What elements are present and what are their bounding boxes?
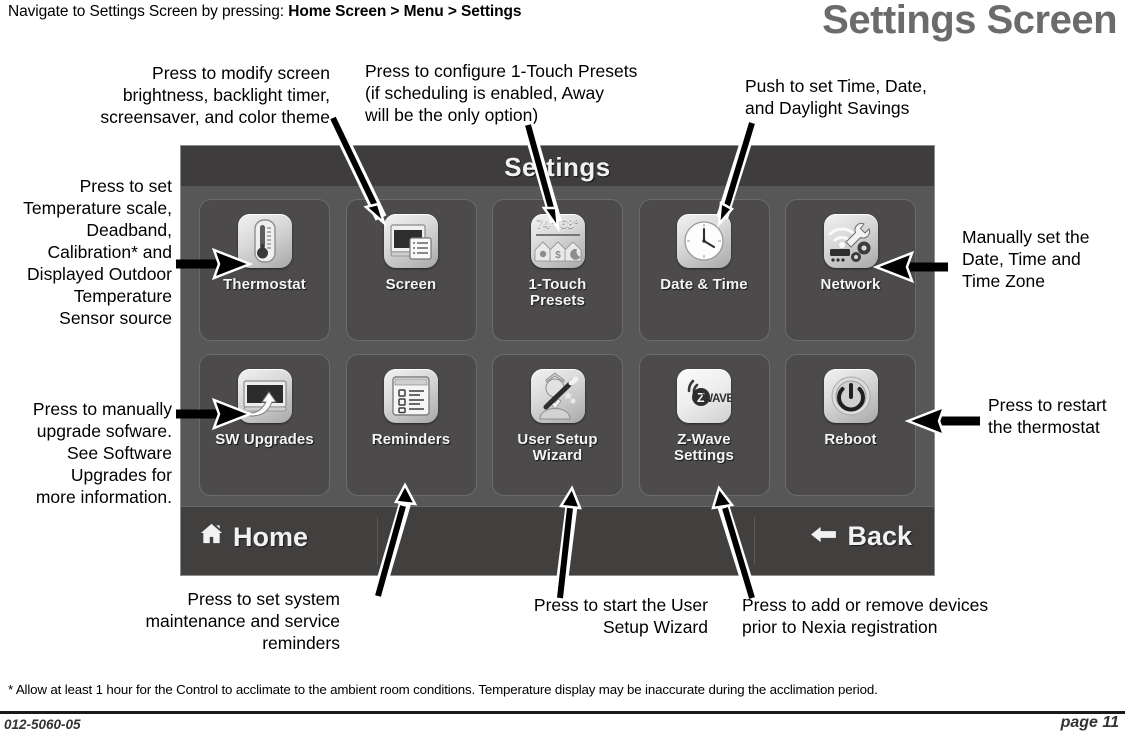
callout-screen: Press to modify screen brightness, backl…	[100, 63, 330, 128]
back-label: Back	[847, 521, 912, 551]
screen-upload-arrow-icon	[237, 369, 292, 423]
display-icon	[384, 214, 438, 268]
callout-date-time: Push to set Time, Date, and Daylight Sav…	[745, 76, 927, 119]
tile-reboot[interactable]: Reboot	[785, 354, 916, 496]
document-id: 012-5060-05	[4, 717, 81, 732]
tile-reminders[interactable]: Reminders	[345, 354, 477, 496]
one-touch-presets-icon: 74° 68° $	[530, 214, 585, 268]
screen-footer: Home Back	[181, 506, 934, 575]
page-number: page 11	[1060, 714, 1119, 731]
thermostat-screen: Settings Thermostat Screen 74° 68° $ 1-T…	[181, 146, 934, 575]
tile-label: SW Upgrades	[215, 431, 314, 448]
screen-header: Settings	[181, 146, 934, 186]
z-wave-icon: Z WAVE	[677, 369, 731, 423]
tile-date-time[interactable]: Date & Time	[638, 199, 770, 341]
tile-label: 1-Touch Presets	[528, 276, 587, 310]
footnote: * Allow at least 1 hour for the Control …	[8, 682, 878, 697]
footer-rule	[0, 711, 1125, 714]
preset-temp-low: 68°	[560, 217, 579, 231]
home-button[interactable]: Home	[199, 521, 308, 553]
footer-divider	[377, 517, 378, 565]
tile-screen[interactable]: Screen	[345, 199, 477, 341]
tile-user-setup-wizard[interactable]: User Setup Wizard	[492, 354, 623, 496]
tile-label: Thermostat	[223, 276, 306, 293]
tile-label: Reboot	[824, 431, 877, 448]
power-icon	[823, 369, 878, 423]
callout-network: Manually set the Date, Time and Time Zon…	[962, 227, 1090, 292]
callout-sw-upgrades: Press to manually upgrade sofware. See S…	[32, 399, 172, 508]
home-icon	[199, 521, 224, 553]
tile-row: Thermostat Screen 74° 68° $ 1-Touch Pres…	[199, 199, 916, 341]
tile-network[interactable]: Network	[785, 199, 916, 341]
svg-text:$: $	[555, 250, 561, 261]
preset-temp-high: 74°	[536, 217, 555, 231]
navigation-instruction: Navigate to Settings Screen by pressing:…	[8, 3, 521, 21]
footer-divider	[567, 517, 568, 565]
wifi-wrench-gear-icon	[823, 214, 878, 268]
tile-label: Date & Time	[660, 276, 748, 293]
tile-label: Z-Wave Settings	[674, 431, 734, 465]
callout-z-wave: Press to add or remove devices prior to …	[742, 595, 989, 638]
arrow-left-icon	[809, 521, 838, 552]
callout-reminders: Press to set system maintenance and serv…	[145, 589, 340, 654]
navigation-prefix: Navigate to Settings Screen by pressing:	[8, 3, 285, 20]
callout-user-wizard: Press to start the User Setup Wizard	[533, 595, 708, 638]
wizard-person-icon	[530, 369, 585, 423]
tile-row: SW Upgrades Reminders User Setup Wizard …	[199, 354, 916, 496]
z-wave-badge-text: WAVE	[702, 393, 731, 405]
checklist-icon	[384, 369, 438, 423]
tile-one-touch-presets[interactable]: 74° 68° $ 1-Touch Presets	[492, 199, 623, 341]
settings-tile-grid: Thermostat Screen 74° 68° $ 1-Touch Pres…	[181, 186, 934, 507]
tile-label: Reminders	[371, 431, 451, 448]
tile-sw-upgrades[interactable]: SW Upgrades	[199, 354, 330, 496]
callout-one-touch: Press to configure 1-Touch Presets (if s…	[365, 61, 638, 126]
callout-reboot: Press to restart the thermostat	[988, 395, 1107, 438]
footer-divider	[754, 517, 755, 565]
callout-thermostat: Press to set Temperature scale, Deadband…	[23, 176, 172, 329]
tile-label: Screen	[385, 276, 437, 293]
screen-header-title: Settings	[504, 152, 611, 182]
tile-z-wave-settings[interactable]: Z WAVE Z-Wave Settings	[638, 354, 770, 496]
tile-label: Network	[820, 276, 881, 293]
clock-icon	[677, 214, 731, 268]
breadcrumb: Home Screen > Menu > Settings	[288, 3, 522, 20]
home-label: Home	[233, 521, 309, 552]
thermometer-icon	[237, 214, 292, 268]
back-button[interactable]: Back	[809, 521, 912, 552]
page-title: Settings Screen	[822, 0, 1117, 42]
tile-label: User Setup Wizard	[517, 431, 598, 465]
tile-thermostat[interactable]: Thermostat	[199, 199, 330, 341]
